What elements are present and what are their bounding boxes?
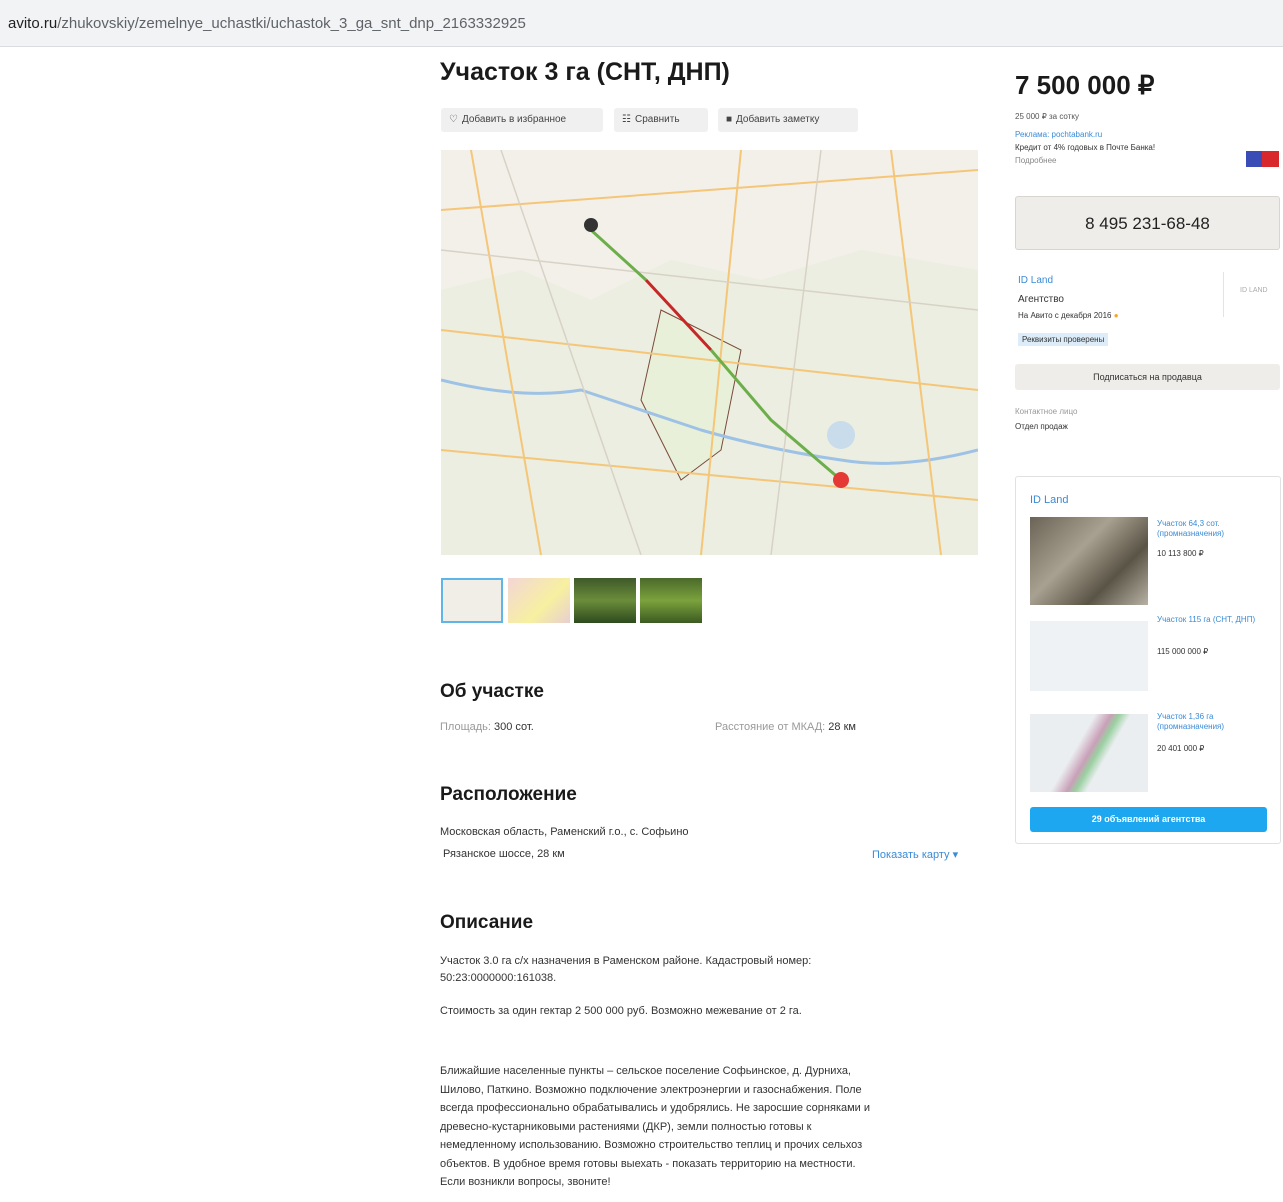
agency-ad-image-3[interactable] <box>1030 714 1148 792</box>
agency-card: ID Land Участок 64,3 сот. (промназначени… <box>1015 476 1281 844</box>
thumbnail-field-2[interactable] <box>640 578 702 623</box>
seller-since: На Авито с декабря 2016 ● <box>1018 310 1119 321</box>
description-line: Участок 3.0 га с/х назначения в Раменско… <box>440 955 812 967</box>
compare-button[interactable]: ☷ Сравнить <box>614 108 708 132</box>
contact-label: Контактное лицо <box>1015 407 1078 416</box>
compare-icon: ☷ <box>622 114 631 125</box>
url-text[interactable]: avito.ru/zhukovskiy/zemelnye_uchastki/uc… <box>8 15 526 32</box>
credit-offer[interactable]: Кредит от 4% годовых в Почте Банка! <box>1015 142 1155 153</box>
more-link[interactable]: Подробнее <box>1015 155 1057 166</box>
description-paragraph-3: Ближайшие населенные пункты – сельское п… <box>440 1062 970 1192</box>
map-image <box>441 150 978 555</box>
agency-ad-title-3[interactable]: Участок 1,36 га (промназначения) <box>1157 712 1267 732</box>
agency-ad-price-3: 20 401 000 ₽ <box>1157 744 1205 753</box>
contact-name: Отдел продаж <box>1015 422 1068 431</box>
description-line: Шилово, Паткино. Возможно подключение эл… <box>440 1083 862 1096</box>
price-per-sotka: 25 000 ₽ за сотку <box>1015 112 1079 121</box>
description-paragraph-1: Участок 3.0 га с/х назначения в Раменско… <box>440 953 970 987</box>
highway-text: Рязанское шоссе, 28 км <box>443 848 565 860</box>
browser-address-bar[interactable]: avito.ru/zhukovskiy/zemelnye_uchastki/uc… <box>0 0 1283 47</box>
divider <box>1223 272 1224 317</box>
listing-title: Участок 3 га (СНТ, ДНП) <box>440 58 730 86</box>
seller-logo[interactable]: ID LAND <box>1240 285 1268 296</box>
show-map-link[interactable]: Показать карту ▾ <box>872 848 958 861</box>
area-value: 300 сот. <box>494 721 534 733</box>
location-heading: Расположение <box>440 784 577 805</box>
seller-type: Агентство <box>1018 294 1064 305</box>
agency-name-link[interactable]: ID Land <box>1030 494 1069 506</box>
seller-name-link[interactable]: ID Land <box>1018 275 1053 286</box>
thumbnail-field-1[interactable] <box>574 578 636 623</box>
address-text: Московская область, Раменский г.о., с. С… <box>440 826 689 838</box>
add-to-favorites-button[interactable]: ♡ Добавить в избранное <box>441 108 603 132</box>
listing-main-image-map[interactable] <box>441 150 978 555</box>
thumbnail-map[interactable] <box>441 578 503 623</box>
agency-ad-title-1[interactable]: Участок 64,3 сот. (промназначения) <box>1157 519 1267 539</box>
agency-all-ads-button[interactable]: 29 объявлений агентства <box>1030 807 1267 832</box>
description-heading: Описание <box>440 912 534 933</box>
description-line: объектов. В удобное время готовы выехать… <box>440 1157 856 1170</box>
add-note-button[interactable]: ■ Добавить заметку <box>718 108 858 132</box>
ad-label[interactable]: Реклама: pochtabank.ru <box>1015 129 1102 140</box>
compare-label: Сравнить <box>634 114 680 125</box>
description-line: Ближайшие населенные пункты – сельское п… <box>440 1065 851 1077</box>
favorite-label: Добавить в избранное <box>461 114 567 125</box>
distance-label: Расстояние от МКАД: <box>715 721 826 733</box>
agency-ad-image-2[interactable] <box>1030 621 1148 691</box>
agency-ad-image-1[interactable] <box>1030 517 1148 605</box>
about-heading: Об участке <box>440 681 544 702</box>
description-line: немедленному использованию. Возможно стр… <box>440 1139 863 1151</box>
description-paragraph-2: Стоимость за один гектар 2 500 000 руб. … <box>440 1005 802 1017</box>
agency-ad-price-1: 10 113 800 ₽ <box>1157 549 1204 558</box>
agency-ad-title-2[interactable]: Участок 115 га (СНТ, ДНП) <box>1157 615 1267 625</box>
url-path: /zhukovskiy/zemelnye_uchastki/uchastok_3… <box>57 15 526 32</box>
description-line: 50:23:0000000:161038. <box>440 972 557 984</box>
subscribe-button[interactable]: Подписаться на продавца <box>1015 364 1280 390</box>
heart-icon: ♡ <box>449 114 458 125</box>
price: 7 500 000 ₽ <box>1015 70 1155 100</box>
description-line: всегда профессионально обрабатывались и … <box>440 1102 871 1114</box>
distance-field: Расстояние от МКАД: 28 км <box>715 721 856 733</box>
seller-since-text: На Авито с декабря 2016 <box>1018 311 1112 320</box>
thumbnail-plan[interactable] <box>508 578 570 623</box>
medal-icon: ● <box>1113 311 1119 320</box>
description-line: Если возникли вопросы, звоните! <box>440 1176 611 1188</box>
agency-ad-price-2: 115 000 000 ₽ <box>1157 647 1209 656</box>
area-label: Площадь: <box>440 721 491 733</box>
bank-logo <box>1246 151 1279 167</box>
distance-value: 28 км <box>828 721 856 733</box>
note-label: Добавить заметку <box>736 114 820 125</box>
verified-badge: Реквизиты проверены <box>1018 333 1109 346</box>
note-icon: ■ <box>726 114 733 125</box>
description-line: древесно-кустарниковыми растениями (ДКР)… <box>440 1120 812 1133</box>
area-field: Площадь: 300 сот. <box>440 721 534 733</box>
show-phone-button[interactable]: 8 495 231-68-48 <box>1015 196 1280 250</box>
url-host: avito.ru <box>8 15 58 32</box>
